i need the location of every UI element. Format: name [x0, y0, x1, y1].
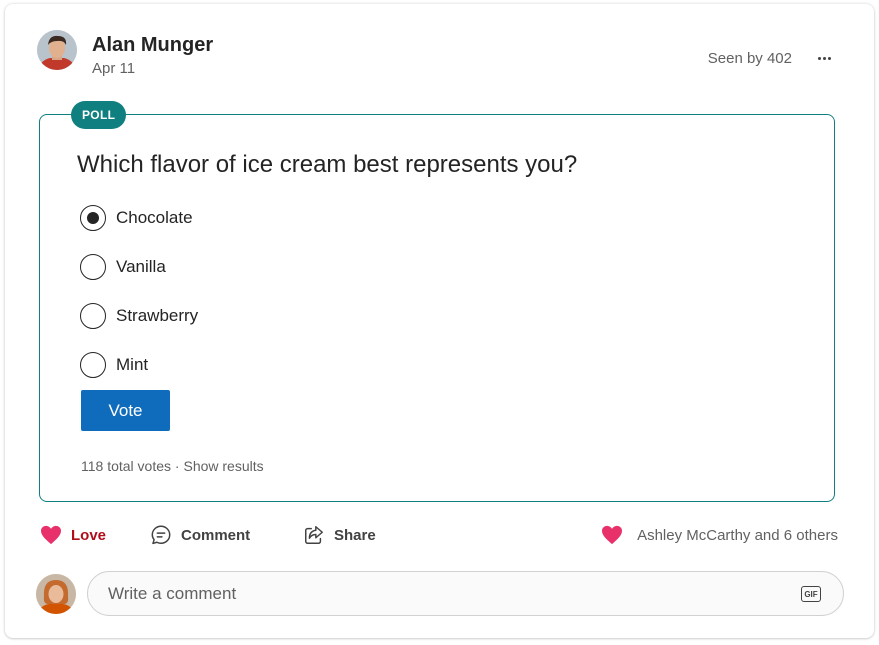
comment-button[interactable]: Comment [150, 522, 250, 548]
footer-separator: · [174, 458, 180, 474]
vote-button[interactable]: Vote [81, 390, 170, 431]
poll-option-label: Vanilla [116, 257, 166, 276]
radio-selected-icon[interactable] [80, 205, 106, 231]
poll-option-label: Chocolate [116, 208, 193, 227]
poll-option-chocolate[interactable]: Chocolate [80, 205, 193, 231]
post-date: Apr 11 [92, 60, 136, 77]
current-user-avatar [36, 574, 76, 614]
gif-icon[interactable]: GIF [801, 586, 821, 602]
radio-empty-icon[interactable] [80, 254, 106, 280]
comment-input[interactable] [108, 583, 768, 605]
comment-icon [151, 525, 171, 545]
poll-footer: 118 total votes · Show results [81, 458, 264, 474]
poll-option-mint[interactable]: Mint [80, 352, 148, 378]
share-label: Share [334, 526, 376, 544]
author-avatar[interactable] [37, 30, 77, 70]
heart-reaction-icon [602, 525, 623, 545]
radio-empty-icon[interactable] [80, 352, 106, 378]
share-button[interactable]: Share [303, 522, 376, 548]
heart-icon [41, 525, 61, 545]
poll-option-label: Strawberry [116, 306, 199, 325]
total-votes: 118 total votes [81, 458, 172, 474]
author-name[interactable]: Alan Munger [92, 34, 213, 57]
poll-option-label: Mint [116, 355, 149, 374]
love-button[interactable]: Love [40, 522, 106, 548]
reactions-text[interactable]: Ashley McCarthy and 6 others [637, 527, 838, 544]
reactions-summary[interactable]: Ashley McCarthy and 6 others [601, 522, 838, 548]
radio-empty-icon[interactable] [80, 303, 106, 329]
love-label: Love [71, 526, 107, 544]
share-icon [305, 526, 323, 544]
post-card: Alan Munger Apr 11 Seen by 402 POLL Whic… [5, 4, 874, 638]
poll-option-vanilla[interactable]: Vanilla [80, 254, 166, 280]
poll-badge: POLL [71, 101, 127, 129]
poll-question: Which flavor of ice cream best represent… [77, 151, 578, 178]
show-results-link[interactable]: Show results [183, 458, 263, 474]
poll-option-strawberry[interactable]: Strawberry [80, 303, 198, 329]
poll-container: POLL Which flavor of ice cream best repr… [39, 101, 835, 502]
comment-label: Comment [181, 526, 251, 544]
more-options-icon[interactable] [812, 46, 836, 70]
comment-box: GIF [87, 571, 844, 616]
seen-by-count[interactable]: Seen by 402 [708, 50, 792, 67]
